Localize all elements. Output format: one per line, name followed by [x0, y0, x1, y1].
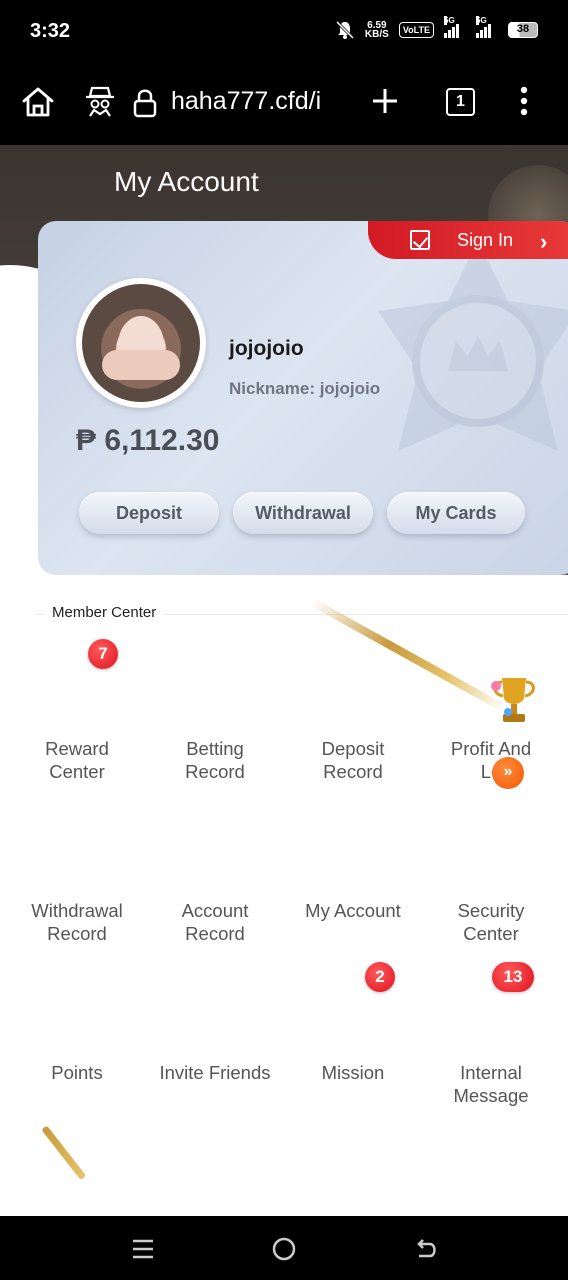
recent-apps-icon[interactable]: [128, 1234, 158, 1264]
plus-icon[interactable]: [370, 86, 400, 116]
status-bar: 3:32 6.59 KB/S VoLTE 5G 5G 38: [0, 0, 568, 62]
sign-in-label: Sign In: [457, 230, 514, 250]
menu-item-points[interactable]: Points: [8, 1061, 146, 1084]
sign-in-button[interactable]: Sign In ›: [368, 221, 568, 259]
notification-badge: 2: [365, 962, 395, 992]
menu-item-label: My Account: [305, 900, 401, 921]
signal-icon: 5G: [444, 16, 466, 38]
menu-item-label: Points: [51, 1062, 103, 1083]
gold-streak-decoration: [41, 1125, 87, 1181]
menu-item-label: Account Record: [181, 900, 249, 944]
menu-item-invite-friends[interactable]: Invite Friends: [146, 1061, 284, 1084]
avatar[interactable]: [76, 278, 206, 408]
incognito-icon[interactable]: [84, 84, 116, 118]
withdrawal-button[interactable]: Withdrawal: [233, 492, 373, 534]
net-speed: 6.59 KB/S: [364, 21, 389, 40]
menu-item-withdrawal-record[interactable]: Withdrawal Record: [8, 899, 146, 945]
scroll-down-icon[interactable]: »: [492, 757, 524, 789]
menu-item-reward-center[interactable]: 7 Reward Center: [8, 639, 146, 783]
my-cards-button[interactable]: My Cards: [387, 492, 525, 534]
menu-item-label: Internal Message: [453, 1062, 529, 1106]
chevron-right-icon: ›: [540, 229, 548, 254]
menu-item-my-account[interactable]: My Account 2: [284, 899, 422, 992]
deposit-button[interactable]: Deposit: [79, 492, 219, 534]
back-icon[interactable]: [411, 1234, 441, 1264]
balance-amount: ₱ 6,112.30: [76, 424, 220, 457]
page-title: My Account: [114, 166, 259, 197]
tabs-icon[interactable]: 1: [446, 88, 475, 116]
menu-dots-icon[interactable]: [520, 86, 528, 116]
menu-item-label: Reward Center: [45, 738, 109, 782]
member-center-title: Member Center: [44, 604, 165, 621]
menu-item-deposit-record[interactable]: Deposit Record: [284, 737, 422, 783]
account-card: Sign In › jojojoio Nickname: jojojoio ₱ …: [38, 221, 568, 575]
menu-item-label: Withdrawal Record: [31, 900, 123, 944]
menu-item-account-record[interactable]: Account Record: [146, 899, 284, 945]
checkin-calendar-icon: [410, 230, 430, 250]
trophy-icon: [491, 678, 535, 722]
nickname: Nickname: jojojoio: [229, 379, 381, 398]
avatar-image: [82, 284, 200, 402]
menu-item-label: Invite Friends: [159, 1062, 271, 1083]
username: jojojoio: [229, 337, 304, 360]
browser-toolbar: haha777.cfd/i 1: [0, 62, 568, 145]
sim2-tech: 5G: [476, 16, 487, 25]
battery-icon: 38: [508, 22, 538, 38]
menu-item-label: Mission: [321, 1062, 385, 1083]
gold-streak-decoration: [310, 598, 507, 713]
menu-item-label: Betting Record: [185, 738, 245, 782]
url-bar[interactable]: haha777.cfd/i: [171, 87, 323, 116]
volte-badge: VoLTE: [398, 22, 434, 38]
mute-bell-icon: [335, 20, 354, 40]
menu-item-profit-and-loss[interactable]: Profit And Lo: [422, 737, 560, 783]
menu-item-mission[interactable]: Mission: [284, 1061, 422, 1084]
lock-icon: [133, 89, 157, 118]
home-circle-icon[interactable]: [269, 1234, 299, 1264]
notification-badge: 7: [88, 639, 118, 669]
signal-icon: 5G: [476, 16, 498, 38]
menu-item-label: Deposit Record: [321, 738, 385, 782]
home-icon[interactable]: [20, 84, 56, 120]
menu-item-internal-message[interactable]: Internal Message: [422, 1061, 560, 1107]
menu-item-security-center[interactable]: Security Center 13: [422, 899, 560, 992]
notification-badge: 13: [492, 962, 534, 992]
menu-item-label: Security Center: [457, 900, 525, 944]
menu-item-label: Profit And Lo: [450, 738, 532, 782]
status-time: 3:32: [30, 20, 71, 42]
system-nav-bar: [0, 1216, 568, 1280]
net-speed-unit: KB/S: [364, 29, 389, 40]
sim1-tech: 5G: [444, 16, 455, 25]
vip-badge-icon: [378, 241, 568, 451]
status-icons: 6.59 KB/S VoLTE 5G 5G 38: [335, 16, 538, 40]
menu-item-betting-record[interactable]: Betting Record: [146, 737, 284, 783]
